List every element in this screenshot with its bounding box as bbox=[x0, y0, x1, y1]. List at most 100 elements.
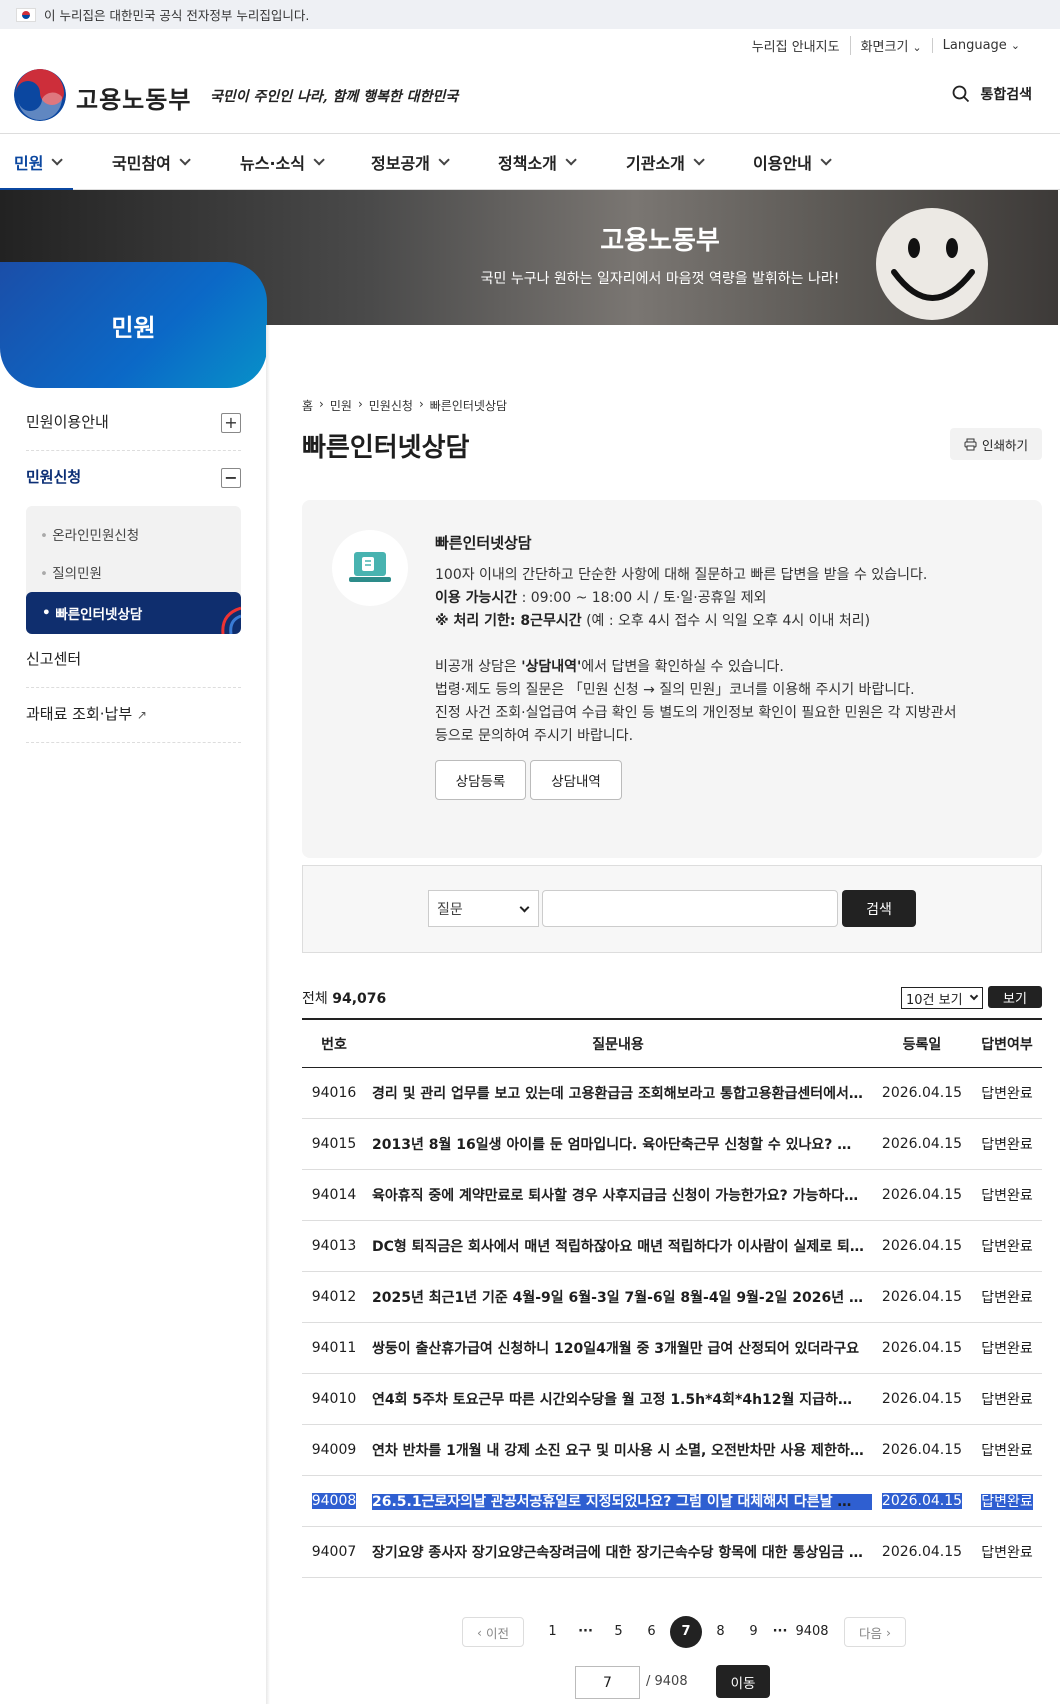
lnb-sub-label: 빠른인터넷상담 bbox=[55, 607, 143, 623]
cell-question[interactable]: 2025년 최근1년 기준 4월-9일 6월-3일 7월-6일 8월-4일 9월… bbox=[366, 1287, 872, 1307]
cell-answer: 답변완료 bbox=[972, 1440, 1042, 1460]
cell-num: 94014 bbox=[302, 1187, 366, 1203]
cell-answer: 답변완료 bbox=[972, 1083, 1042, 1103]
breadcrumb-item[interactable]: 민원 bbox=[330, 397, 352, 414]
cell-question-text: 연4회 5주차 토요근무 따른 시간외수당을 월 고정 1.5h*4회*4h12… bbox=[372, 1392, 872, 1408]
chevron-down-icon bbox=[565, 153, 577, 166]
gnb-item[interactable]: 기관소개 bbox=[626, 133, 705, 190]
gnb-item-label: 뉴스·소식 bbox=[240, 153, 305, 173]
lnb-item-label: 민원이용안내 bbox=[26, 413, 109, 431]
info-hours-label: 이용 가능시간 bbox=[435, 590, 518, 606]
goto-page-input[interactable]: 7 bbox=[575, 1666, 640, 1699]
cell-answer-text: 답변완료 bbox=[981, 1341, 1033, 1357]
table-row[interactable]: 94013 DC형 퇴직금은 회사에서 매년 적립하잖아요 매년 적립하다가 이사… bbox=[302, 1221, 1042, 1272]
lnb-sub-online[interactable]: • 온라인민원신청 bbox=[40, 524, 139, 544]
breadcrumb-item[interactable]: 민원신청 bbox=[369, 397, 413, 414]
lnb-item-guide[interactable]: 민원이용안내 + bbox=[26, 411, 241, 451]
cell-num: 94013 bbox=[302, 1238, 366, 1254]
print-button[interactable]: 인쇄하기 bbox=[950, 428, 1042, 460]
next-page-button[interactable]: 다음 › bbox=[844, 1617, 906, 1647]
cell-question[interactable]: 2013년 8월 16일생 아이를 둔 엄마입니다. 육아단축근무 신청할 수 … bbox=[366, 1134, 872, 1154]
consult-register-button[interactable]: 상담등록 bbox=[435, 760, 526, 800]
cell-question[interactable]: 쌍둥이 출산휴가급여 신청하니 120일4개월 중 3개월만 급여 산정되어 있… bbox=[366, 1338, 872, 1358]
language-menu[interactable]: Language ⌄ bbox=[931, 38, 1030, 53]
utility-links: 누리집 안내지도 화면크기 ⌄ Language ⌄ bbox=[742, 36, 1030, 55]
view-button[interactable]: 보기 bbox=[988, 986, 1042, 1008]
table-row[interactable]: 94012 2025년 최근1년 기준 4월-9일 6월-3일 7월-6일 8월-… bbox=[302, 1272, 1042, 1323]
cell-question[interactable]: 육아휴직 중에 계약만료로 퇴사할 경우 사후지급금 신청이 가능한가요? 가능… bbox=[366, 1185, 872, 1205]
page-link[interactable]: 9 bbox=[737, 1617, 770, 1647]
lnb-sub-label: 질의민원 bbox=[52, 566, 102, 582]
table-row[interactable]: 94011 쌍둥이 출산휴가급여 신청하니 120일4개월 중 3개월만 급여 산… bbox=[302, 1323, 1042, 1374]
consult-history-button[interactable]: 상담내역 bbox=[530, 760, 622, 800]
cell-question[interactable]: 경리 및 관리 업무를 보고 있는데 고용환급금 조회해보라고 통합고용환급센터… bbox=[366, 1083, 872, 1103]
gnb-item[interactable]: 이용안내 bbox=[753, 133, 832, 190]
gnb-item[interactable]: 민원 bbox=[0, 133, 75, 191]
minus-icon[interactable]: − bbox=[221, 468, 241, 488]
table-row[interactable]: 94014 육아휴직 중에 계약만료로 퇴사할 경우 사후지급금 신청이 가능한가… bbox=[302, 1170, 1042, 1221]
integrated-search-button[interactable]: 통합검색 bbox=[952, 84, 1032, 104]
cell-num-text: 94007 bbox=[311, 1544, 357, 1560]
gnb-item[interactable]: 뉴스·소식 bbox=[240, 133, 325, 190]
cell-answer: 답변완료 bbox=[972, 1287, 1042, 1307]
cell-answer-text: 답변완료 bbox=[981, 1392, 1033, 1408]
gnb-item[interactable]: 정책소개 bbox=[498, 133, 577, 190]
page-ellipsis: ··· bbox=[578, 1624, 593, 1639]
cell-answer-text: 답변완료 bbox=[981, 1239, 1033, 1255]
page-link[interactable]: 8 bbox=[704, 1617, 737, 1647]
chevron-left-icon: ‹ bbox=[477, 1624, 486, 1640]
chevron-right-icon: › bbox=[418, 397, 424, 411]
cell-answer-text: 답변완료 bbox=[981, 1137, 1033, 1153]
cell-date-text: 2026.04.15 bbox=[881, 1238, 963, 1254]
ministry-name[interactable]: 고용노동부 bbox=[76, 80, 191, 115]
table-row[interactable]: 94010 연4회 5주차 토요근무 따른 시간외수당을 월 고정 1.5h*4회… bbox=[302, 1374, 1042, 1425]
cell-date-text: 2026.04.15 bbox=[881, 1544, 963, 1560]
current-page[interactable]: 7 bbox=[670, 1616, 702, 1648]
cell-date: 2026.04.15 bbox=[872, 1187, 972, 1203]
total-value: 94,076 bbox=[332, 991, 387, 1007]
search-type-select[interactable]: 질문 bbox=[428, 890, 539, 927]
page-link-last[interactable]: 9408 bbox=[790, 1617, 834, 1647]
ministry-emblem-icon[interactable] bbox=[14, 69, 66, 121]
per-page-select[interactable]: 10건 보기 bbox=[901, 987, 983, 1009]
gnb-item[interactable]: 국민참여 bbox=[112, 133, 191, 190]
info-private-data: 진정 사건 조회·실업급여 수급 확인 등 별도의 개인정보 확인이 필요한 민… bbox=[435, 705, 957, 721]
chevron-down-icon bbox=[438, 153, 450, 166]
integrated-search-label: 통합검색 bbox=[980, 87, 1032, 103]
cell-question[interactable]: 26.5.1근로자의날 관공서공휴일로 지정되었나요? 그럼 이날 대체해서 다… bbox=[366, 1491, 872, 1511]
goto-button[interactable]: 이동 bbox=[716, 1665, 770, 1698]
cell-question-text: 2013년 8월 16일생 아이를 둔 엄마입니다. 육아단축근무 신청할 수 … bbox=[372, 1137, 872, 1153]
table-row[interactable]: 94016 경리 및 관리 업무를 보고 있는데 고용환급금 조회해보라고 통합고… bbox=[302, 1068, 1042, 1119]
table-row[interactable]: 94009 연차 반차를 1개월 내 강제 소진 요구 및 미사용 시 소멸, 오… bbox=[302, 1425, 1042, 1476]
cell-question[interactable]: 연차 반차를 1개월 내 강제 소진 요구 및 미사용 시 소멸, 오전반차만 … bbox=[366, 1440, 872, 1460]
sitemap-link[interactable]: 누리집 안내지도 bbox=[742, 36, 850, 55]
lnb-item-application[interactable]: 민원신청 − bbox=[26, 466, 241, 506]
search-input[interactable] bbox=[542, 890, 838, 927]
cell-question[interactable]: DC형 퇴직금은 회사에서 매년 적립하잖아요 매년 적립하다가 이사람이 실제… bbox=[366, 1236, 872, 1256]
cell-question[interactable]: 연4회 5주차 토요근무 따른 시간외수당을 월 고정 1.5h*4회*4h12… bbox=[366, 1389, 872, 1409]
plus-icon[interactable]: + bbox=[221, 413, 241, 433]
lnb-sub-inquiry[interactable]: • 질의민원 bbox=[40, 562, 102, 582]
lnb-sub-quick-consult[interactable]: • 빠른인터넷상담 bbox=[26, 592, 241, 634]
page-link[interactable]: 6 bbox=[635, 1617, 668, 1647]
gnb-item[interactable]: 정보공개 bbox=[371, 133, 450, 190]
next-label: 다음 bbox=[859, 1625, 883, 1641]
col-date: 등록일 bbox=[902, 1036, 942, 1053]
table-row[interactable]: 94008 26.5.1근로자의날 관공서공휴일로 지정되었나요? 그럼 이날 대… bbox=[302, 1476, 1042, 1527]
page-link[interactable]: 5 bbox=[602, 1617, 635, 1647]
search-button[interactable]: 검색 bbox=[842, 890, 916, 927]
prev-page-button[interactable]: ‹ 이전 bbox=[462, 1617, 524, 1647]
cell-question[interactable]: 장기요양 종사자 장기요양근속장려금에 대한 장기근속수당 항목에 대한 통상임… bbox=[366, 1542, 872, 1562]
lnb-item-report[interactable]: 신고센터 bbox=[26, 648, 241, 688]
gov-notice-bar[interactable]: 이 누리집은 대한민국 공식 전자정부 누리집입니다. bbox=[0, 0, 1060, 29]
page-ellipsis: ··· bbox=[772, 1624, 788, 1639]
slogan: 국민이 주인인 나라, 함께 행복한 대한민국 bbox=[210, 89, 459, 105]
table-row[interactable]: 94007 장기요양 종사자 장기요양근속장려금에 대한 장기근속수당 항목에 대… bbox=[302, 1527, 1042, 1578]
cell-answer-text: 답변완료 bbox=[981, 1290, 1033, 1306]
font-size-menu[interactable]: 화면크기 ⌄ bbox=[849, 36, 932, 55]
table-row[interactable]: 94015 2013년 8월 16일생 아이를 둔 엄마입니다. 육아단축근무 신… bbox=[302, 1119, 1042, 1170]
breadcrumb-home[interactable]: 홈 bbox=[302, 397, 313, 414]
cell-num-text: 94009 bbox=[311, 1442, 357, 1458]
page-link[interactable]: 1 bbox=[536, 1617, 569, 1647]
lnb-item-fines[interactable]: 과태료 조회·납부 ↗ bbox=[26, 703, 241, 743]
